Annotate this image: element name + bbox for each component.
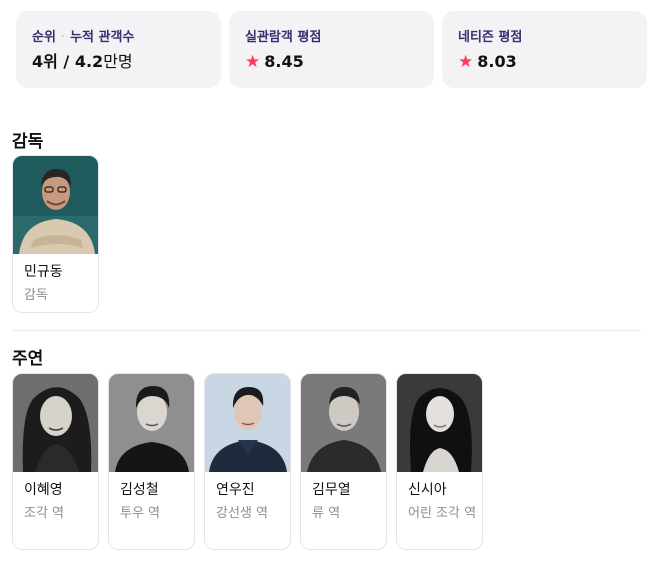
cast-photo (397, 374, 482, 472)
cast-card[interactable]: 김무열 류 역 (300, 373, 387, 550)
netizen-rating-card: 네티즌 평점 ★ 8.03 (442, 11, 647, 88)
star-icon: ★ (458, 52, 474, 72)
person-name: 김무열 (312, 482, 351, 498)
director-section-title: 감독 (12, 132, 44, 152)
section-divider (12, 330, 641, 331)
person-role: 어린 조각 역 (408, 506, 477, 521)
person-name: 신시아 (408, 482, 447, 498)
audience-value: 4.2 (74, 52, 104, 71)
star-icon: ★ (245, 52, 261, 72)
netizen-rating-label: 네티즌 평점 (458, 30, 523, 45)
audience-rating-label: 실관람객 평점 (245, 30, 322, 45)
person-role: 투우 역 (120, 506, 161, 521)
stats-bar: 순위 · 누적 관객수 4위 / 4.2만명 실관람객 평점 ★ 8.45 네티즌 평… (16, 11, 647, 88)
rank-audience-value: 4위 / 4.2만명 (32, 52, 221, 72)
rank-audience-label: 순위 · 누적 관객수 (32, 29, 221, 47)
audience-rating-value: 8.45 (264, 52, 304, 71)
cast-section-title: 주연 (12, 349, 44, 369)
cast-card[interactable]: 연우진 강선생 역 (204, 373, 291, 550)
person-role: 류 역 (312, 506, 341, 521)
cast-card[interactable]: 김성철 투우 역 (108, 373, 195, 550)
cast-photo (13, 374, 98, 472)
person-role: 조각 역 (24, 506, 65, 521)
person-name: 김성철 (120, 482, 159, 498)
person-role: 감독 (24, 288, 48, 303)
rank-value: 4위 (32, 52, 58, 71)
audience-rating-card: 실관람객 평점 ★ 8.45 (229, 11, 434, 88)
person-name: 민규동 (24, 264, 63, 280)
cast-card[interactable]: 이혜영 조각 역 (12, 373, 99, 550)
person-role: 강선생 역 (216, 506, 268, 521)
rank-label: 순위 (32, 30, 56, 45)
value-separator: / (57, 52, 75, 71)
audience-label: 누적 관객수 (70, 30, 135, 45)
person-name: 이혜영 (24, 482, 63, 498)
cast-photo (301, 374, 386, 472)
person-name: 연우진 (216, 482, 255, 498)
cast-photo (205, 374, 290, 472)
audience-unit: 만명 (103, 52, 133, 71)
director-photo (13, 156, 98, 254)
netizen-rating-value: 8.03 (477, 52, 517, 71)
director-card[interactable]: 민규동 감독 (12, 155, 99, 313)
cast-photo (109, 374, 194, 472)
cast-card[interactable]: 신시아 어린 조각 역 (396, 373, 483, 550)
rank-audience-card: 순위 · 누적 관객수 4위 / 4.2만명 (16, 11, 221, 88)
separator-dot: · (60, 30, 66, 45)
